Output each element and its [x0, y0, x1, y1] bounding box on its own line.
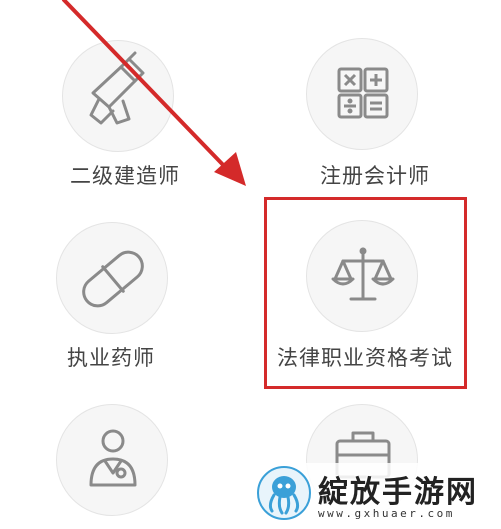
capsule-icon: [56, 222, 168, 334]
doctor-icon: [56, 404, 168, 516]
drill-icon: [62, 40, 174, 152]
watermark-title: 綻放手游网: [318, 475, 478, 510]
watermark: 綻放手游网 www.gxhuaer.com: [252, 463, 498, 525]
watermark-url: www.gxhuaer.com: [318, 507, 455, 520]
label-construction: 二级建造师: [70, 164, 180, 188]
octopus-logo-icon: [257, 466, 311, 520]
label-accounting: 注册会计师: [320, 164, 430, 188]
label-pharmacist: 执业药师: [67, 346, 155, 370]
annotation-highlight-box: [264, 197, 467, 389]
calculator-icon: [306, 38, 418, 150]
